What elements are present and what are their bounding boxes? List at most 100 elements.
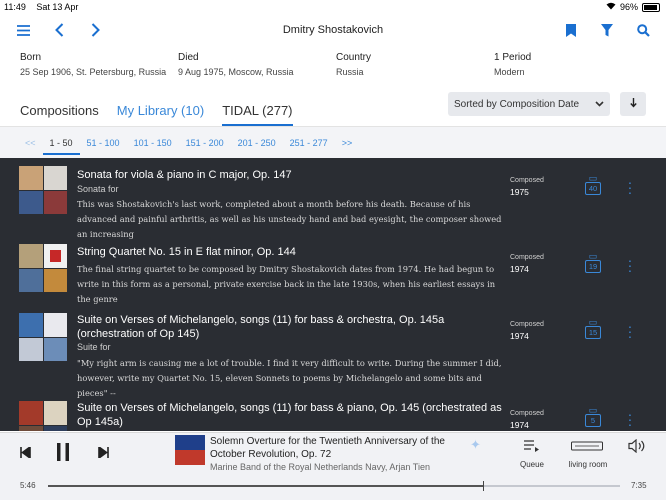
composition-title: String Quartet No. 15 in E flat minor, O… <box>77 246 296 258</box>
composed-year: 1974 <box>510 331 529 341</box>
search-icon[interactable] <box>632 19 654 41</box>
album-art-grid <box>19 401 67 431</box>
tab-bar: Compositions My Library (10) TIDAL (277)… <box>0 84 666 126</box>
more-options-icon[interactable]: · · · <box>624 175 636 199</box>
sort-dropdown[interactable]: Sorted by Composition Date <box>448 92 610 116</box>
page-link[interactable]: 201 - 250 <box>231 132 283 154</box>
sort-direction-button[interactable] <box>620 92 646 116</box>
album-stack-icon: ▭ <box>588 173 598 183</box>
tab-tidal[interactable]: TIDAL (277) <box>222 103 293 126</box>
composition-title: Suite on Verses of Michelangelo, songs (… <box>77 314 445 340</box>
queue-label[interactable]: Queue <box>512 460 552 469</box>
menu-icon[interactable] <box>12 19 34 41</box>
info-died: Died 9 Aug 1975, Moscow, Russia <box>178 52 336 84</box>
album-stack-icon: ▭ <box>588 251 598 261</box>
recordings-count[interactable]: ▭ 40 <box>585 174 601 195</box>
tab-compositions[interactable]: Compositions <box>20 103 99 126</box>
recordings-count[interactable]: ▭ 15 <box>585 318 601 339</box>
back-icon[interactable] <box>48 19 70 41</box>
previous-track-icon[interactable] <box>18 445 32 459</box>
chevron-down-icon <box>595 99 604 109</box>
info-period: 1 Period Modern <box>494 52 652 84</box>
page-link[interactable]: 51 - 100 <box>80 132 127 154</box>
recordings-count[interactable]: ▭ 5 <box>585 406 601 427</box>
sparkle-icon[interactable]: ✦ <box>470 437 481 453</box>
progress-slider[interactable] <box>48 481 620 491</box>
composed-year: 1975 <box>510 187 529 197</box>
more-options-icon[interactable]: · · · <box>624 319 636 343</box>
bookmark-icon[interactable] <box>560 19 582 41</box>
composed-year: 1974 <box>510 420 529 430</box>
info-label: Country <box>336 52 372 63</box>
page-link[interactable]: 101 - 150 <box>127 132 179 154</box>
composition-description: The final string quartet to be composed … <box>77 264 496 304</box>
battery-icon <box>642 2 660 12</box>
info-value: Modern <box>494 67 525 77</box>
tab-my-library[interactable]: My Library (10) <box>117 103 204 126</box>
composed-label: Composed <box>510 177 544 184</box>
composition-subtitle: Sonata for <box>77 184 119 194</box>
more-options-icon[interactable]: · · · <box>624 253 636 277</box>
composed-year: 1974 <box>510 264 529 274</box>
info-label: 1 Period <box>494 52 532 63</box>
progress-fill <box>48 485 483 487</box>
pause-icon[interactable] <box>54 442 72 462</box>
count-value: 19 <box>585 260 601 273</box>
composition-title: Suite on Verses of Michelangelo, songs (… <box>77 402 502 428</box>
composed-label: Composed <box>510 410 544 417</box>
now-playing-artist: Marine Band of the Royal Netherlands Nav… <box>210 462 430 472</box>
page-link[interactable]: 1 - 50 <box>42 133 80 155</box>
now-playing-bar: Solemn Overture for the Twentieth Annive… <box>0 432 666 500</box>
sort-label: Sorted by Composition Date <box>454 98 580 110</box>
status-time: 11:49 <box>4 2 26 12</box>
status-bar: 11:49 Sat 13 Apr 96% <box>0 0 666 14</box>
info-value: 25 Sep 1906, St. Petersburg, Russia <box>20 67 167 77</box>
battery-percent: 96% <box>619 2 638 12</box>
page-link[interactable]: 151 - 200 <box>179 132 231 154</box>
total-duration: 7:35 <box>631 481 647 490</box>
speaker-device-icon[interactable] <box>570 439 604 453</box>
page-prev[interactable]: << <box>18 132 43 154</box>
wifi-icon <box>606 2 616 12</box>
composition-row[interactable]: Sonata for viola & piano in C major, Op.… <box>0 158 666 239</box>
progress-knob[interactable] <box>482 481 484 491</box>
album-stack-icon: ▭ <box>588 405 598 415</box>
info-value: 9 Aug 1975, Moscow, Russia <box>178 67 294 77</box>
volume-icon[interactable] <box>628 437 646 455</box>
album-art-grid <box>19 244 67 292</box>
info-label: Died <box>178 52 199 63</box>
page-link[interactable]: 251 - 277 <box>283 132 335 154</box>
count-value: 5 <box>585 414 601 427</box>
composition-subtitle: Suite for <box>77 342 111 352</box>
top-bar: Dmitry Shostakovich <box>0 14 666 46</box>
filter-icon[interactable] <box>596 19 618 41</box>
arrow-down-icon <box>629 97 637 111</box>
info-born: Born 25 Sep 1906, St. Petersburg, Russia <box>20 52 178 84</box>
status-date: Sat 13 Apr <box>36 2 79 12</box>
pagination: << 1 - 50 51 - 100 101 - 150 151 - 200 2… <box>0 126 666 158</box>
album-art-grid <box>19 313 67 361</box>
info-value: Russia <box>336 67 364 77</box>
count-value: 40 <box>585 182 601 195</box>
composed-label: Composed <box>510 254 544 261</box>
forward-icon[interactable] <box>84 19 106 41</box>
info-label: Born <box>20 52 42 63</box>
album-stack-icon: ▭ <box>588 317 598 327</box>
composition-row[interactable]: Suite on Verses of Michelangelo, songs (… <box>0 398 666 431</box>
queue-icon[interactable] <box>523 439 541 453</box>
elapsed-time: 5:46 <box>20 481 36 490</box>
album-art-grid <box>19 166 67 214</box>
composition-list: Sonata for viola & piano in C major, Op.… <box>0 158 666 431</box>
more-options-icon[interactable]: · · · <box>624 407 636 431</box>
page-next[interactable]: >> <box>335 132 360 154</box>
recordings-count[interactable]: ▭ 19 <box>585 252 601 273</box>
now-playing-title[interactable]: Solemn Overture for the Twentieth Annive… <box>210 435 472 461</box>
zone-label[interactable]: living room <box>562 460 614 469</box>
composed-label: Composed <box>510 321 544 328</box>
composition-row[interactable]: String Quartet No. 15 in E flat minor, O… <box>0 230 666 308</box>
composition-row[interactable]: Suite on Verses of Michelangelo, songs (… <box>0 308 666 398</box>
info-country: Country Russia <box>336 52 494 84</box>
now-playing-album-art[interactable] <box>175 435 205 465</box>
next-track-icon[interactable] <box>96 445 110 459</box>
composition-description: "My right arm is causing me a lot of tro… <box>77 358 502 398</box>
